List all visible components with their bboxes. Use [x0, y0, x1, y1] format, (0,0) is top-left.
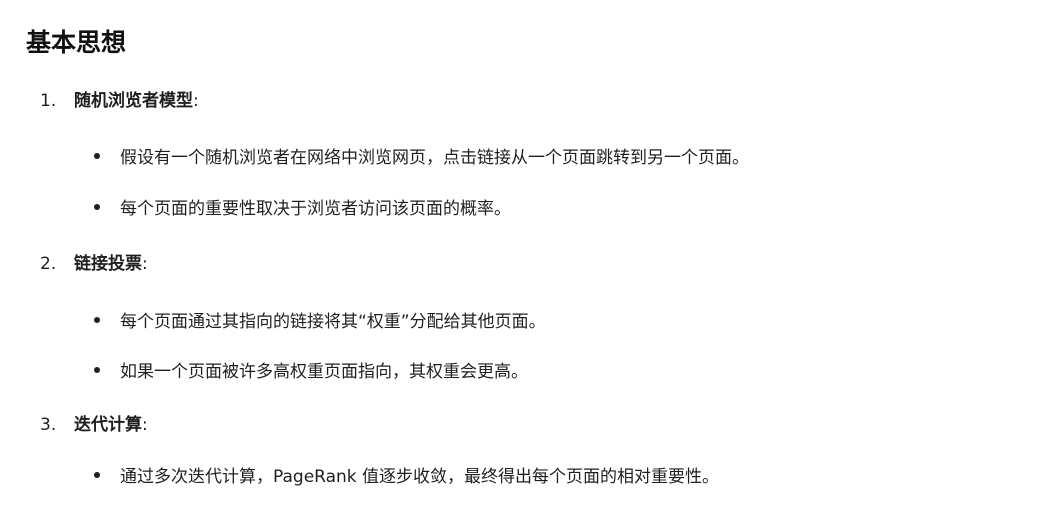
bullet-text: 每个页面的重要性取决于浏览者访问该页面的概率。: [120, 199, 511, 219]
bullet-item: 每个页面通过其指向的链接将其“权重”分配给其他页面。: [94, 310, 546, 334]
bullet-item: 通过多次迭代计算，PageRank 值逐步收敛，最终得出每个页面的相对重要性。: [94, 465, 719, 489]
list-item-3: 3. 迭代计算:: [40, 413, 148, 437]
bullet-dot-icon: [94, 153, 100, 159]
list-item-1: 1. 随机浏览者模型:: [40, 89, 199, 113]
bullet-item: 如果一个页面被许多高权重页面指向，其权重会更高。: [94, 360, 528, 384]
bullet-text: 如果一个页面被许多高权重页面指向，其权重会更高。: [120, 362, 528, 382]
colon: :: [142, 254, 148, 274]
list-item-2: 2. 链接投票:: [40, 252, 148, 276]
bullet-dot-icon: [94, 472, 100, 478]
list-term: 随机浏览者模型: [74, 91, 193, 111]
list-number: 3.: [40, 415, 57, 435]
section-heading: 基本思想: [26, 28, 127, 57]
bullet-text: 假设有一个随机浏览者在网络中浏览网页，点击链接从一个页面跳转到另一个页面。: [120, 148, 749, 168]
bullet-item: 每个页面的重要性取决于浏览者访问该页面的概率。: [94, 197, 511, 221]
bullet-text: 通过多次迭代计算，PageRank 值逐步收敛，最终得出每个页面的相对重要性。: [120, 467, 720, 487]
bullet-item: 假设有一个随机浏览者在网络中浏览网页，点击链接从一个页面跳转到另一个页面。: [94, 146, 749, 170]
list-number: 2.: [40, 254, 57, 274]
bullet-dot-icon: [94, 204, 100, 210]
bullet-text: 每个页面通过其指向的链接将其“权重”分配给其他页面。: [120, 312, 546, 332]
list-number: 1.: [40, 91, 57, 111]
colon: :: [193, 91, 199, 111]
list-term: 链接投票: [74, 254, 142, 274]
colon: :: [142, 415, 148, 435]
bullet-dot-icon: [94, 367, 100, 373]
bullet-dot-icon: [94, 317, 100, 323]
list-term: 迭代计算: [74, 415, 142, 435]
